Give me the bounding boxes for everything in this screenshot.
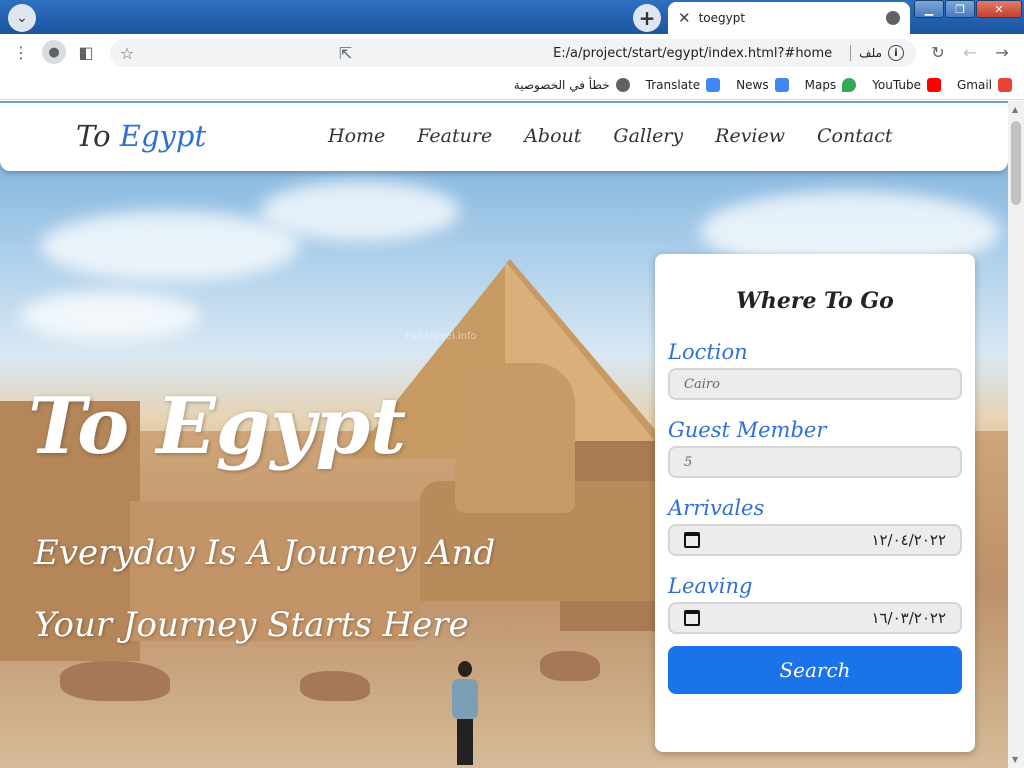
calendar-icon[interactable] bbox=[684, 610, 700, 626]
nav-link-gallery[interactable]: Gallery bbox=[613, 125, 683, 147]
hero-subtitle: Everyday Is A Journey And Your Journey S… bbox=[34, 533, 496, 645]
bookmark-maps[interactable]: Maps bbox=[804, 77, 857, 92]
rock bbox=[540, 651, 600, 681]
news-icon bbox=[774, 77, 789, 92]
bookmark-privacy-error[interactable]: خطأ في الخصوصية bbox=[513, 77, 630, 92]
cloud bbox=[260, 181, 460, 241]
location-input[interactable]: Cairo bbox=[668, 368, 962, 400]
booking-title: Where To Go bbox=[736, 288, 894, 314]
restore-button[interactable]: ❐ bbox=[945, 0, 975, 18]
url-text: E:/a/project/start/egypt/index.html?#hom… bbox=[553, 45, 833, 61]
bookmark-label: YouTube bbox=[872, 77, 921, 92]
star-icon[interactable]: ☆ bbox=[116, 42, 138, 64]
location-label: Loction bbox=[668, 340, 748, 364]
nav-link-home[interactable]: Home bbox=[328, 125, 385, 147]
sphinx-head bbox=[455, 363, 575, 513]
nav-link-review[interactable]: Review bbox=[715, 125, 785, 147]
page-scrollbar[interactable]: ▲ ▼ bbox=[1008, 101, 1024, 768]
maps-icon bbox=[842, 77, 857, 92]
bookmark-label: Translate bbox=[645, 77, 701, 92]
forward-icon[interactable]: → bbox=[991, 41, 1013, 63]
bookmark-translate[interactable]: Translate bbox=[645, 77, 721, 92]
close-window-button[interactable]: ✕ bbox=[976, 0, 1022, 18]
gmail-icon bbox=[998, 77, 1012, 92]
logo-text-egypt: Egypt bbox=[119, 119, 207, 153]
reload-icon[interactable]: ↻ bbox=[927, 41, 949, 63]
bookmark-gmail[interactable]: Gmail bbox=[956, 77, 1012, 92]
rock bbox=[60, 661, 170, 701]
nav-link-about[interactable]: About bbox=[524, 125, 581, 147]
nav-link-feature[interactable]: Feature bbox=[417, 125, 492, 147]
url-separator bbox=[850, 45, 852, 61]
arrival-date-input[interactable]: ١٢/٠٤/٢٠٢٢ bbox=[668, 524, 962, 556]
bookmark-youtube[interactable]: YouTube bbox=[872, 77, 941, 92]
calendar-icon[interactable] bbox=[684, 532, 700, 548]
share-icon[interactable]: ⇱ bbox=[335, 42, 357, 64]
bookmark-news[interactable]: News bbox=[736, 77, 789, 92]
browser-toolbar: ⋮ ● ◧ ☆ ⇱ E:/a/project/start/egypt/index… bbox=[0, 34, 1024, 70]
plus-icon: + bbox=[638, 6, 656, 30]
chevron-down-icon: ⌄ bbox=[16, 10, 28, 26]
bookmark-label: خطأ في الخصوصية bbox=[513, 77, 610, 92]
url-scheme-label: ملف bbox=[859, 46, 882, 60]
youtube-icon bbox=[926, 77, 941, 92]
leaving-label: Leaving bbox=[668, 574, 753, 598]
bookmark-label: Gmail bbox=[956, 77, 992, 92]
browser-tab[interactable]: ✕ toegypt bbox=[668, 2, 910, 34]
window-controls: ▁ ❐ ✕ bbox=[913, 0, 1022, 18]
side-panel-icon[interactable]: ◧ bbox=[75, 41, 97, 63]
guest-label: Guest Member bbox=[668, 418, 827, 442]
globe-icon bbox=[615, 77, 630, 92]
leaving-date-value: ١٦/٠٣/٢٠٢٢ bbox=[871, 609, 946, 627]
site-logo[interactable]: To Egypt bbox=[76, 119, 206, 153]
booking-form: Where To Go Loction Cairo Guest Member 5… bbox=[655, 254, 975, 752]
arrival-label: Arrivales bbox=[668, 496, 765, 520]
main-menu: Home Feature About Gallery Review Contac… bbox=[328, 125, 924, 147]
cloud bbox=[40, 211, 300, 281]
scroll-up-icon[interactable]: ▲ bbox=[1012, 105, 1018, 114]
leaving-date-input[interactable]: ١٦/٠٣/٢٠٢٢ bbox=[668, 602, 962, 634]
web-page: Full-travel.info To Egypt Home Feature A… bbox=[0, 101, 1008, 768]
cloud bbox=[20, 291, 200, 341]
bookmark-label: News bbox=[736, 77, 769, 92]
watermark: Full-travel.info bbox=[405, 331, 477, 342]
hero-title: To Egypt bbox=[28, 381, 407, 472]
tab-title: toegypt bbox=[698, 11, 746, 25]
nav-link-contact[interactable]: Contact bbox=[817, 125, 892, 147]
address-bar[interactable]: ☆ ⇱ E:/a/project/start/egypt/index.html?… bbox=[110, 39, 916, 67]
translate-icon bbox=[706, 77, 721, 92]
tab-search-button[interactable]: ⌄ bbox=[8, 4, 36, 32]
traveler-figure bbox=[450, 661, 480, 766]
back-icon[interactable]: ← bbox=[959, 41, 981, 63]
site-header: To Egypt Home Feature About Gallery Revi… bbox=[0, 103, 1008, 171]
search-button[interactable]: Search bbox=[668, 646, 962, 694]
globe-icon bbox=[886, 11, 900, 25]
guest-input[interactable]: 5 bbox=[668, 446, 962, 478]
scroll-thumb[interactable] bbox=[1011, 121, 1021, 205]
site-info-icon[interactable]: i bbox=[888, 45, 904, 61]
arrival-date-value: ١٢/٠٤/٢٠٢٢ bbox=[871, 531, 946, 549]
rock bbox=[300, 671, 370, 701]
close-tab-icon[interactable]: ✕ bbox=[678, 9, 691, 27]
minimize-button[interactable]: ▁ bbox=[914, 0, 944, 18]
bookmark-label: Maps bbox=[804, 77, 837, 92]
new-tab-button[interactable]: + bbox=[633, 4, 661, 32]
logo-text-to: To bbox=[76, 119, 111, 153]
scroll-down-icon[interactable]: ▼ bbox=[1012, 755, 1018, 764]
bookmarks-bar: خطأ في الخصوصية Translate News Maps YouT… bbox=[0, 70, 1024, 100]
menu-dots-icon[interactable]: ⋮ bbox=[10, 41, 32, 63]
profile-avatar-icon[interactable]: ● bbox=[42, 40, 66, 64]
browser-titlebar: ⌄ + ✕ toegypt ▁ ❐ ✕ bbox=[0, 0, 1024, 34]
